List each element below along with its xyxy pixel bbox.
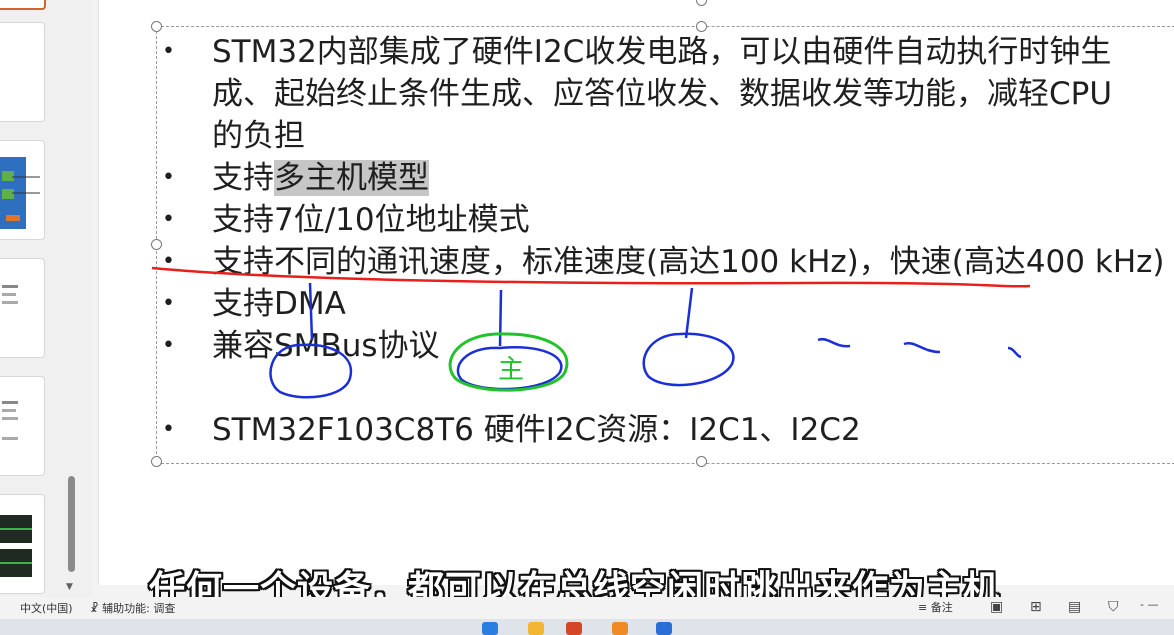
status-bar: 中文(中国) ☧ 辅助功能: 调查 ≡ 备注 ▣ ⊞ ▤ ⛉ - — [0,597,1174,619]
blue-squiggle [903,341,941,354]
blue-circle [642,332,735,387]
accessibility-label: 辅助功能: 调查 [102,602,176,615]
reading-view-icon[interactable]: ▤ [1068,599,1081,615]
taskbar [0,619,1174,635]
notes-label: 备注 [930,601,953,614]
normal-view-icon[interactable]: ▣ [990,599,1003,615]
green-annotation-text: 主 [498,355,524,385]
accessibility-status[interactable]: ☧ 辅助功能: 调查 [90,600,175,616]
blue-arrow-line [684,287,694,339]
zoom-slider[interactable]: - — [1140,598,1158,611]
blue-squiggle [817,337,851,348]
windows-start-icon[interactable] [482,622,498,635]
blue-arrow-line [308,282,314,341]
pen-annotations: 主 [151,266,1031,399]
language-indicator[interactable]: 中文(中国) [20,600,73,616]
accessibility-icon: ☧ [90,602,103,615]
notes-button[interactable]: ≡ 备注 [918,599,953,615]
app-icon[interactable] [612,622,628,635]
slide-sorter-icon[interactable]: ⊞ [1030,599,1042,615]
powerpoint-icon[interactable] [566,622,582,635]
blue-arrow-line [498,289,503,347]
blue-circle [269,343,353,399]
app-icon[interactable] [656,622,672,635]
notes-icon: ≡ [918,601,931,614]
red-underline [151,266,1031,288]
blue-squiggle [1007,346,1022,359]
slideshow-icon[interactable]: ⛉ [1108,599,1119,615]
file-explorer-icon[interactable] [528,622,544,635]
